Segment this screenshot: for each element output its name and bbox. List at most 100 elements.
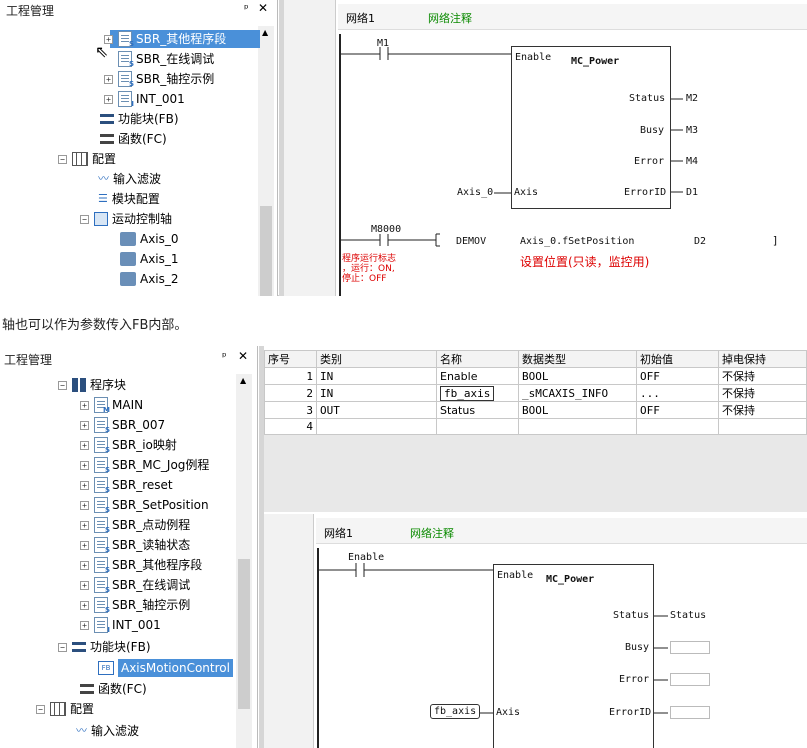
- expand-icon[interactable]: +: [80, 440, 89, 450]
- output-var-busy-empty[interactable]: [670, 641, 710, 654]
- rung2-contact[interactable]: [340, 232, 450, 248]
- table-cell[interactable]: [316, 418, 437, 435]
- tree-item-sbr-axis[interactable]: + S SBR_轴控示例: [80, 596, 190, 614]
- table-cell[interactable]: OFF: [636, 401, 719, 419]
- col-category[interactable]: 类别: [316, 350, 437, 368]
- tree-item-sbr-online[interactable]: S SBR_在线调试: [104, 50, 214, 68]
- table-cell[interactable]: _sMCAXIS_INFO: [518, 384, 637, 402]
- tree-item-sbr-readaxis[interactable]: + S SBR_读轴状态: [80, 536, 190, 554]
- tree-item-fc[interactable]: 函数(FC): [100, 130, 167, 148]
- scroll-thumb[interactable]: [260, 206, 272, 296]
- table-cell[interactable]: OUT: [316, 401, 437, 419]
- tree-item-sbr007[interactable]: + S SBR_007: [80, 416, 165, 434]
- tree-item-sbr-axis[interactable]: + S SBR_轴控示例: [104, 70, 214, 88]
- table-cell[interactable]: BOOL: [518, 367, 637, 385]
- table-cell[interactable]: 不保持: [718, 384, 807, 402]
- col-initial[interactable]: 初始值: [636, 350, 719, 368]
- table-cell[interactable]: 1: [264, 367, 317, 385]
- table-cell[interactable]: 不保持: [718, 401, 807, 419]
- expand-icon[interactable]: +: [80, 600, 89, 610]
- tree-item-sbr-jog[interactable]: + S SBR_MC_Jog例程: [80, 456, 209, 474]
- tree-item-int001[interactable]: + I INT_001: [104, 90, 185, 108]
- expand-icon[interactable]: +: [80, 460, 89, 470]
- expand-icon[interactable]: +: [104, 94, 113, 104]
- table-cell[interactable]: Enable: [436, 367, 519, 385]
- table-cell[interactable]: IN: [316, 367, 437, 385]
- expand-icon[interactable]: +: [80, 540, 89, 550]
- tree-item-sbr-online[interactable]: + S SBR_在线调试: [80, 576, 190, 594]
- output-var-error-empty[interactable]: [670, 673, 710, 686]
- collapse-icon[interactable]: −: [58, 642, 67, 652]
- table-row[interactable]: 2 IN fb_axis _sMCAXIS_INFO... 不保持: [264, 384, 807, 402]
- output-var-m4[interactable]: M4: [686, 156, 698, 167]
- expand-icon[interactable]: +: [80, 560, 89, 570]
- table-cell[interactable]: ...: [636, 384, 719, 402]
- tree-item-sbr-other[interactable]: + S SBR_其他程序段: [80, 556, 202, 574]
- tree-item-sbr-io[interactable]: + S SBR_io映射: [80, 436, 177, 454]
- variable-table[interactable]: 序号 类别 名称 数据类型 初始值 掉电保持 1 IN Enable BOOL OFF 不…: [264, 350, 807, 435]
- expand-icon[interactable]: +: [104, 74, 113, 84]
- table-cell[interactable]: [436, 418, 519, 435]
- tree-item-fc[interactable]: 函数(FC): [80, 680, 147, 698]
- tree-item-module-config[interactable]: ☰ 模块配置: [98, 190, 160, 208]
- tree-item-axis-motion-control[interactable]: FB AxisMotionControl: [98, 659, 233, 677]
- tree-item-axis1[interactable]: Axis_1: [120, 250, 179, 268]
- tree-item-axis0[interactable]: Axis_0: [120, 230, 179, 248]
- scrollbar[interactable]: ▲: [258, 26, 274, 296]
- tree-item-sbr-inch[interactable]: + S SBR_点动例程: [80, 516, 190, 534]
- expand-icon[interactable]: +: [80, 580, 89, 590]
- tree-item-sbr-other[interactable]: + S SBR_其他程序段: [104, 30, 226, 48]
- table-row[interactable]: 1 IN Enable BOOL OFF 不保持: [264, 367, 807, 385]
- tree-item-config[interactable]: − 配置: [36, 700, 94, 718]
- output-var-m2[interactable]: M2: [686, 93, 698, 104]
- output-var-d1[interactable]: D1: [686, 187, 698, 198]
- rung1-contact[interactable]: [340, 44, 520, 60]
- tree-item-int001[interactable]: + I INT_001: [80, 616, 161, 634]
- collapse-icon[interactable]: −: [58, 380, 67, 390]
- instr-demov[interactable]: DEMOV: [456, 236, 486, 247]
- table-cell[interactable]: [518, 418, 637, 435]
- scrollbar[interactable]: ▲: [236, 374, 252, 748]
- instr-arg-d2[interactable]: D2: [694, 236, 706, 247]
- table-row[interactable]: 3 OUT Status BOOL OFF 不保持: [264, 401, 807, 419]
- fb-axis-name-box[interactable]: fb_axis: [440, 385, 495, 401]
- table-cell[interactable]: 2: [264, 384, 317, 402]
- table-cell[interactable]: fb_axis: [436, 384, 519, 402]
- table-cell[interactable]: Status: [436, 401, 519, 419]
- close-icon[interactable]: ✕: [238, 349, 248, 363]
- tree-item-input-filter[interactable]: 〰输入滤波: [98, 170, 161, 188]
- col-retain[interactable]: 掉电保持: [718, 350, 807, 368]
- table-cell[interactable]: 不保持: [718, 367, 807, 385]
- tree-item-sbr-setpos[interactable]: + S SBR_SetPosition: [80, 496, 209, 514]
- scroll-up-icon[interactable]: ▲: [240, 376, 246, 385]
- tree-item-input-filter[interactable]: 〰输入滤波: [76, 722, 139, 740]
- output-var-status[interactable]: Status: [670, 610, 706, 621]
- close-icon[interactable]: ✕: [258, 1, 268, 15]
- network-comment[interactable]: 网络注释: [428, 10, 472, 26]
- table-cell[interactable]: 3: [264, 401, 317, 419]
- rung1-contact[interactable]: [318, 562, 498, 578]
- col-name[interactable]: 名称: [436, 350, 519, 368]
- expand-icon[interactable]: +: [80, 480, 89, 490]
- output-var-m3[interactable]: M3: [686, 125, 698, 136]
- col-index[interactable]: 序号: [264, 350, 317, 368]
- tree-item-fb[interactable]: 功能块(FB): [100, 110, 179, 128]
- pin-icon[interactable]: ᵖ: [222, 350, 227, 363]
- fb-mc-power-box[interactable]: [493, 564, 654, 748]
- network-comment[interactable]: 网络注释: [410, 525, 454, 541]
- expand-icon[interactable]: +: [80, 420, 89, 430]
- instr-arg-position[interactable]: Axis_0.fSetPosition: [520, 236, 634, 247]
- table-cell[interactable]: [718, 418, 807, 435]
- col-datatype[interactable]: 数据类型: [518, 350, 637, 368]
- pin-icon[interactable]: ᵖ: [244, 2, 249, 15]
- tree-item-main[interactable]: + M MAIN: [80, 396, 143, 414]
- expand-icon[interactable]: +: [80, 520, 89, 530]
- table-cell[interactable]: IN: [316, 384, 437, 402]
- tree-item-program-block[interactable]: − 程序块: [58, 376, 126, 394]
- axis-input-var[interactable]: Axis_0: [457, 187, 493, 198]
- scroll-up-icon[interactable]: ▲: [262, 28, 268, 37]
- collapse-icon[interactable]: −: [80, 214, 89, 224]
- table-cell[interactable]: 4: [264, 418, 317, 435]
- collapse-icon[interactable]: −: [36, 704, 45, 714]
- expand-icon[interactable]: +: [80, 500, 89, 510]
